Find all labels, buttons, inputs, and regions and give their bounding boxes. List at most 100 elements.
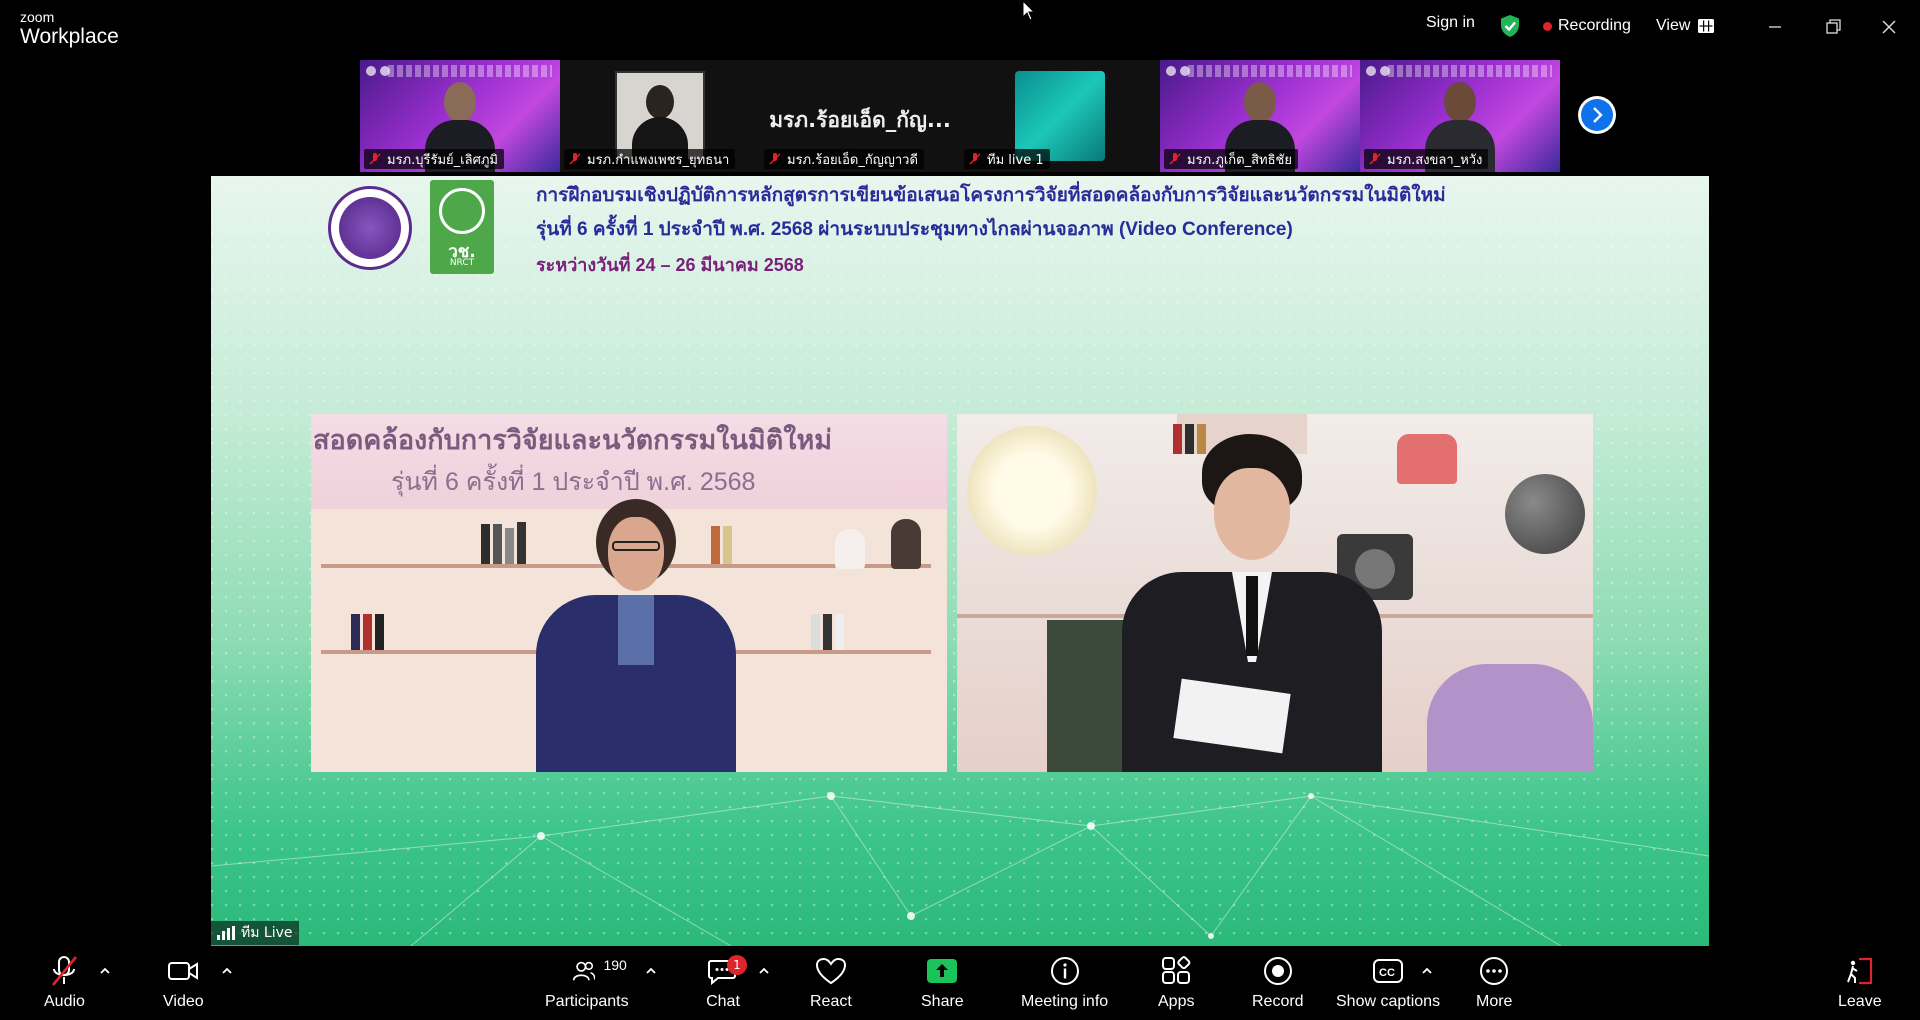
react-label: React [810,993,852,1010]
more-button[interactable]: More [1476,954,1512,1011]
participant-tile[interactable]: มรภ.กำแพงเพชร_ยุทธนา [560,60,760,172]
main-video-stage[interactable]: วช. NRCT การฝึกอบรมเชิงปฏิบัติการหลักสูต… [211,176,1709,946]
video-label: Video [163,993,204,1010]
more-label: More [1476,993,1513,1010]
participants-options-chevron-up-icon[interactable] [644,964,658,978]
share-button[interactable]: Share [921,954,964,1011]
captions-options-chevron-up-icon[interactable] [1420,964,1434,978]
react-button[interactable]: React [810,954,852,1011]
university-emblem-logo [328,186,412,270]
leave-button[interactable]: Leave [1838,954,1882,1011]
apps-icon [1162,956,1191,984]
meeting-info-button[interactable]: Meeting info [1021,954,1108,1011]
heart-icon [815,957,846,985]
recording-label: Recording [1558,17,1631,34]
participant-tile[interactable]: ทีม live 1 [960,60,1160,172]
profile-picture [1015,71,1105,161]
leave-label: Leave [1838,993,1882,1010]
network-background [211,792,1709,946]
grid-view-icon [1698,19,1715,33]
participant-label: มรภ.สงขลา_หวัง [1364,149,1489,169]
panel-caption: สอดคล้องกับการวิจัยและนวัตกรรมในมิติใหม่ [313,425,833,455]
audio-button[interactable]: Audio [44,954,85,1011]
leave-door-icon [1846,957,1872,985]
mic-muted-icon [1369,153,1381,165]
show-captions-button[interactable]: CC Show captions [1336,954,1440,1011]
share-label: Share [921,993,964,1010]
closed-captions-icon: CC [1373,959,1404,983]
speaker-video-left: สอดคล้องกับการวิจัยและนวัตกรรมในมิติใหม่… [311,414,947,772]
speaker-video-right [957,414,1593,772]
participant-label: มรภ.ร้อยเอ็ด_กัญญาวดี [764,149,924,169]
apps-label: Apps [1158,993,1195,1010]
mic-muted-icon [369,153,381,165]
meeting-info-label: Meeting info [1021,993,1109,1010]
globe-decoration [1505,474,1585,554]
participants-count: 190 [603,957,627,973]
brand-small: zoom [20,9,55,25]
view-button[interactable]: View [1656,17,1715,35]
participant-tile[interactable]: มรภ.สงขลา_หวัง [1360,60,1560,172]
recording-indicator[interactable]: Recording [1543,17,1631,35]
participant-name: ทีม live 1 [987,152,1044,168]
chat-options-chevron-up-icon[interactable] [757,964,771,978]
video-camera-icon [168,962,199,980]
shield-check-icon[interactable] [1499,14,1521,38]
participants-icon [572,961,596,981]
participant-tile[interactable]: มรภ.บุรีรัมย์_เลิศภูมิ [360,60,560,172]
participant-label: ทีม live 1 [964,149,1050,169]
participants-button[interactable]: 190 Participants [545,954,629,1011]
nrct-logo: วช. NRCT [430,180,494,274]
participant-label: มรภ.บุรีรัมย์_เลิศภูมิ [364,149,504,169]
banner-dates: ระหว่างวันที่ 24 – 26 มีนาคม 2568 [536,255,804,275]
meeting-toolbar: Audio Video 190 Participants Chat React … [0,946,1920,1020]
brand-big: Workplace [20,25,119,48]
more-ellipsis-icon [1480,957,1509,985]
banner-subtitle: รุ่นที่ 6 ครั้งที่ 1 ประจำปี พ.ศ. 2568 ผ… [536,219,1293,240]
active-speaker-name: ทีม Live [241,925,293,941]
participants-label: Participants [545,993,629,1010]
speaker-woman [536,499,736,772]
participant-strip: มรภ.บุรีรัมย์_เลิศภูมิ มรภ.กำแพงเพชร_ยุท… [360,60,1560,172]
mic-muted-icon [769,153,781,165]
record-icon [1263,957,1292,985]
recording-dot-icon [1543,21,1552,31]
record-button[interactable]: Record [1252,954,1304,1011]
profile-picture [615,71,705,163]
app-logo: zoom Workplace [20,10,119,47]
active-speaker-label: ทีม Live [211,921,299,945]
next-page-button[interactable] [1578,96,1616,134]
view-label: View [1656,17,1691,34]
mic-muted-icon [1169,153,1181,165]
minimize-icon[interactable] [1760,12,1790,42]
participant-name: มรภ.กำแพงเพชร_ยุทธนา [587,152,730,168]
participant-name-card: มรภ.ร้อยเอ็ด_กัญ... [769,108,951,132]
show-captions-label: Show captions [1336,993,1441,1010]
chat-unread-badge: 1 [727,955,747,975]
participant-name: มรภ.บุรีรัมย์_เลิศภูมิ [387,152,498,168]
audio-options-chevron-up-icon[interactable] [98,964,112,978]
sign-in-button[interactable]: Sign in [1426,14,1475,32]
participant-name: มรภ.สงขลา_หวัง [1387,152,1483,168]
apps-button[interactable]: Apps [1158,954,1194,1011]
chat-label: Chat [706,993,740,1010]
lamp-decoration [967,426,1097,556]
participant-label: มรภ.ภูเก็ต_สิทธิชัย [1164,149,1298,169]
audio-label: Audio [44,993,85,1010]
banner-title: การฝึกอบรมเชิงปฏิบัติการหลักสูตรการเขียน… [536,185,1446,206]
close-icon[interactable] [1874,12,1904,42]
mic-muted-icon [569,153,581,165]
restore-icon[interactable] [1818,12,1848,42]
participant-tile[interactable]: มรภ.ร้อยเอ็ด_กัญ... มรภ.ร้อยเอ็ด_กัญญาวด… [760,60,960,172]
nrct-logo-subtext: NRCT [449,258,475,268]
participant-tile[interactable]: มรภ.ภูเก็ต_สิทธิชัย [1160,60,1360,172]
participant-name: มรภ.ภูเก็ต_สิทธิชัย [1187,152,1292,168]
participant-label: มรภ.กำแพงเพชร_ยุทธนา [564,149,736,169]
signal-strength-icon [217,926,235,940]
video-options-chevron-up-icon[interactable] [220,964,234,978]
participant-name: มรภ.ร้อยเอ็ด_กัญญาวดี [787,152,918,168]
info-icon [1050,957,1079,985]
video-button[interactable]: Video [163,954,204,1011]
mic-muted-icon [969,153,981,165]
mouse-cursor-icon [1022,0,1036,21]
